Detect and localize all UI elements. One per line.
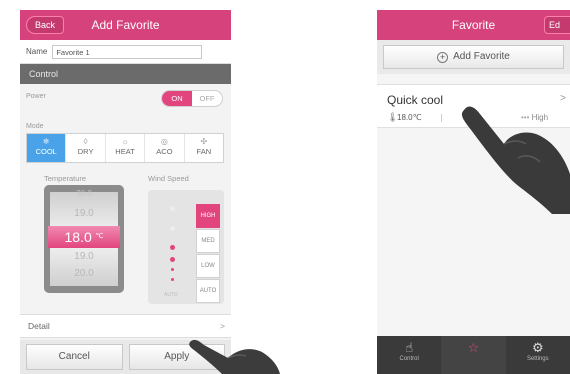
temp-value-above-2: 30.0 xyxy=(76,189,92,198)
page-title: Add Favorite xyxy=(91,18,160,32)
temperature-value: 18.0 xyxy=(64,229,92,245)
edit-button[interactable]: Ed xyxy=(544,16,570,34)
wind-dot xyxy=(170,226,175,231)
wind-high-button[interactable]: HIGH xyxy=(196,204,220,228)
temp-value-above-1: 19.0 xyxy=(74,208,94,219)
wind-dot xyxy=(170,206,175,211)
mode-aco-label: ACO xyxy=(156,147,173,156)
temp-value-below-2: 20.0 xyxy=(74,268,94,279)
wind-low-button[interactable]: LOW xyxy=(196,254,220,278)
auto-icon: ◎ xyxy=(160,137,168,146)
power-toggle[interactable]: ON OFF xyxy=(161,90,223,107)
temp-value-below-1: 19.0 xyxy=(74,251,94,262)
tab-control[interactable]: ☝ Control xyxy=(377,336,441,374)
wind-speed-label: Wind Speed xyxy=(148,174,189,183)
tab-favorite-label: Favorite xyxy=(462,356,485,362)
header: Favorite Ed xyxy=(377,10,570,40)
wind-dot xyxy=(170,245,175,250)
tab-settings[interactable]: ⚙ Settings xyxy=(506,336,570,374)
power-row: Power ON OFF xyxy=(20,84,231,110)
favorite-temperature: 18.0℃ xyxy=(397,113,422,122)
star-icon: ☆ xyxy=(467,340,480,355)
chevron-right-icon: > xyxy=(560,93,566,104)
wind-speed-scale[interactable]: AUTO xyxy=(151,192,195,302)
snowflake-icon: ❄ xyxy=(42,137,50,146)
add-favorite-bar: + Add Favorite xyxy=(377,40,570,74)
pointing-hand-icon xyxy=(189,339,280,374)
plus-icon: + xyxy=(437,52,449,63)
temperature-selected: 18.0 ℃ xyxy=(48,226,120,248)
detail-label: Detail xyxy=(28,321,50,331)
mode-heat-label: HEAT xyxy=(115,147,135,156)
fan-icon: ✣ xyxy=(200,137,208,146)
tab-bar: ☝ Control ☆ Favorite ⚙ Settings xyxy=(377,336,570,374)
pointing-hand-icon xyxy=(461,106,570,214)
add-favorite-label: Add Favorite xyxy=(453,51,510,62)
cancel-button[interactable]: Cancel xyxy=(26,344,123,370)
wind-dot xyxy=(171,278,174,281)
divider xyxy=(441,114,442,122)
temperature-unit: ℃ xyxy=(95,233,104,240)
name-input[interactable]: Favorite 1 xyxy=(52,44,203,59)
hand-icon: ☝ xyxy=(405,340,414,355)
temperature-wheel-face: 30.0 19.0 18.0 ℃ 19.0 20.0 xyxy=(48,189,120,286)
wind-scale-label: AUTO xyxy=(164,292,178,298)
header: Back Add Favorite xyxy=(20,10,231,40)
tab-control-label: Control xyxy=(399,356,419,362)
favorite-name: Quick cool xyxy=(387,93,444,107)
temperature-wheel[interactable]: 30.0 19.0 18.0 ℃ 19.0 20.0 xyxy=(44,185,124,293)
mode-label: Mode xyxy=(26,123,44,130)
sun-icon: ☼ xyxy=(121,137,129,146)
wind-dot xyxy=(170,257,175,262)
wind-speed-panel: AUTO HIGH MED LOW AUTO xyxy=(148,190,224,304)
power-label: Power xyxy=(26,93,46,100)
detail-row[interactable]: Detail > xyxy=(20,314,231,338)
tab-settings-label: Settings xyxy=(526,356,549,362)
power-on[interactable]: ON xyxy=(162,91,192,106)
name-label: Name xyxy=(26,47,48,56)
temperature-label: Temperature xyxy=(44,174,87,183)
add-favorite-button[interactable]: + Add Favorite xyxy=(383,45,564,69)
add-favorite-screen: Back Add Favorite Name Favorite 1 Contro… xyxy=(20,10,231,374)
mode-dry-label: DRY xyxy=(77,147,94,156)
drop-icon: ◊ xyxy=(83,137,88,146)
mode-cool-label: COOL xyxy=(35,147,57,156)
page-title: Favorite xyxy=(451,18,496,32)
mode-fan-button[interactable]: ✣ FAN xyxy=(185,134,223,162)
wind-auto-button[interactable]: AUTO xyxy=(196,279,220,303)
gear-icon: ⚙ xyxy=(531,340,544,355)
power-off[interactable]: OFF xyxy=(192,91,222,106)
wind-dot xyxy=(171,268,174,271)
wind-med-button[interactable]: MED xyxy=(196,229,220,253)
mode-fan-label: FAN xyxy=(196,147,212,156)
chevron-right-icon: > xyxy=(220,321,225,331)
tab-favorite[interactable]: ☆ Favorite xyxy=(441,336,506,374)
name-row: Name Favorite 1 xyxy=(20,40,231,64)
mode-aco-button[interactable]: ◎ ACO xyxy=(145,134,185,162)
control-section-title: Control xyxy=(20,64,231,84)
mode-heat-button[interactable]: ☼ HEAT xyxy=(106,134,146,162)
mode-cool-button[interactable]: ❄ COOL xyxy=(27,134,67,162)
mode-dry-button[interactable]: ◊ DRY xyxy=(66,134,106,162)
mode-selector: ❄ COOL ◊ DRY ☼ HEAT ◎ ACO ✣ FAN xyxy=(26,133,224,163)
